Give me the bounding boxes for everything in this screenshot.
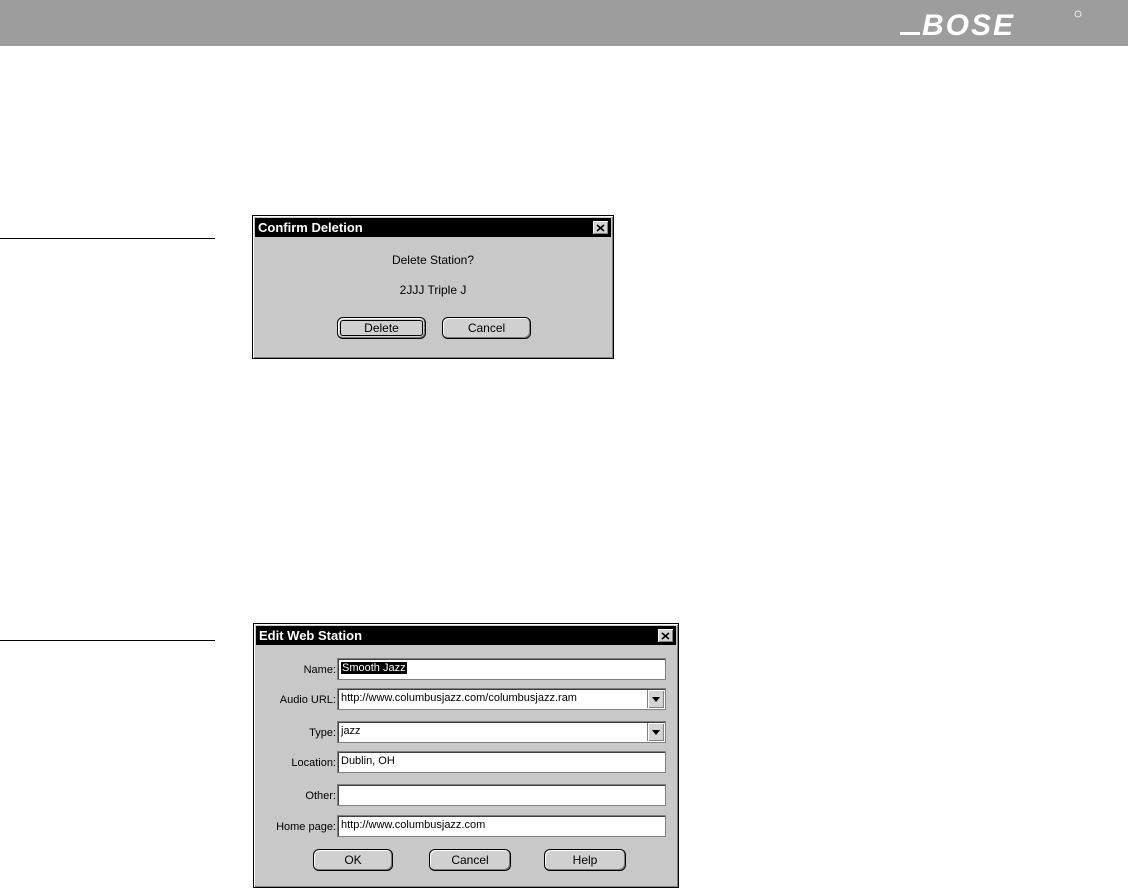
location-field[interactable]: Dublin, OH <box>337 751 666 773</box>
location-label: Location: <box>291 757 336 769</box>
home-page-label: Home page: <box>276 821 336 833</box>
other-label: Other: <box>305 790 336 802</box>
audio-url-dropdown-button[interactable] <box>647 690 664 708</box>
audio-url-select[interactable]: http://www.columbusjazz.com/columbusjazz… <box>337 688 666 710</box>
svg-text:BOSE: BOSE <box>922 9 1015 40</box>
name-label: Name: <box>303 664 336 676</box>
type-dropdown-button[interactable] <box>647 723 664 741</box>
dialog-title: Confirm Deletion <box>258 220 363 235</box>
name-field[interactable]: Smooth Jazz <box>337 658 666 680</box>
type-label: Type: <box>309 727 336 739</box>
station-name: 2JJJ Triple J <box>399 283 467 297</box>
delete-button[interactable]: Delete <box>337 317 426 339</box>
close-icon <box>661 631 670 640</box>
dialog-titlebar: Confirm Deletion <box>255 218 611 237</box>
cancel-button[interactable]: Cancel <box>442 317 531 339</box>
audio-url-value: http://www.columbusjazz.com/columbusjazz… <box>341 692 577 704</box>
chevron-down-icon <box>652 729 660 735</box>
help-button[interactable]: Help <box>544 849 626 871</box>
location-value: Dublin, OH <box>341 755 395 767</box>
close-button[interactable] <box>592 220 609 235</box>
home-page-field[interactable]: http://www.columbusjazz.com <box>337 815 666 837</box>
close-icon <box>596 223 605 232</box>
type-select[interactable]: jazz <box>337 721 666 743</box>
audio-url-label: Audio URL: <box>279 694 336 706</box>
other-field[interactable] <box>337 784 666 806</box>
confirm-message: Delete Station? <box>391 253 475 267</box>
close-button[interactable] <box>657 628 674 643</box>
bose-logo: BOSE <box>900 6 1090 42</box>
dialog-titlebar: Edit Web Station <box>256 626 676 645</box>
header-bar: BOSE <box>0 0 1128 46</box>
edit-web-station-dialog: Edit Web Station Name: Smooth Jazz Audio… <box>253 623 679 888</box>
name-value: Smooth Jazz <box>341 662 407 674</box>
ok-button[interactable]: OK <box>313 849 393 871</box>
dialog-title: Edit Web Station <box>259 628 363 643</box>
type-value: jazz <box>341 725 361 737</box>
chevron-down-icon <box>652 696 660 702</box>
confirm-deletion-dialog: Confirm Deletion Delete Station? 2JJJ Tr… <box>252 215 614 359</box>
home-page-value: http://www.columbusjazz.com <box>341 819 486 831</box>
section-divider-1 <box>0 238 215 239</box>
section-divider-2 <box>0 640 215 641</box>
cancel-button[interactable]: Cancel <box>429 849 511 871</box>
